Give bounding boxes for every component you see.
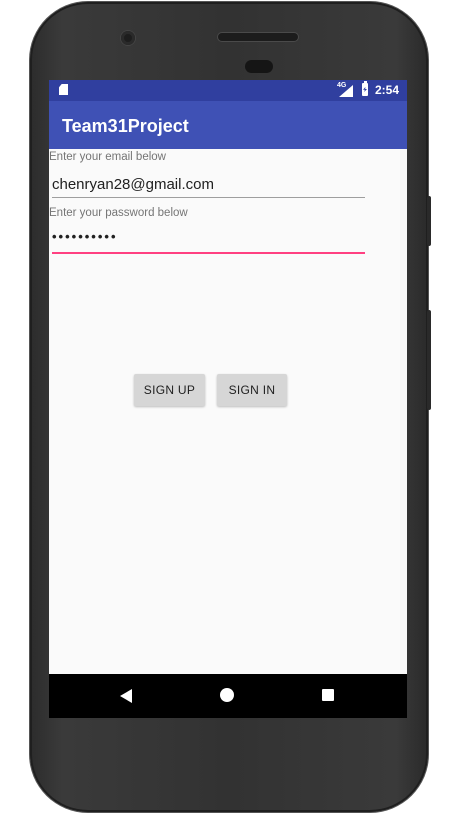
network-type-label: 4G [337,82,347,89]
password-label: Enter your password below [49,207,188,219]
home-icon[interactable] [220,688,234,702]
status-time: 2:54 [375,83,400,97]
navigation-bar [49,674,407,718]
password-field-underline [52,252,365,254]
sign-up-button[interactable]: SIGN UP [134,374,205,406]
front-camera [121,31,135,45]
app-title: Team31Project [62,116,189,136]
proximity-sensor [245,60,273,73]
power-button[interactable] [427,196,431,246]
volume-button[interactable] [427,310,431,410]
password-field[interactable]: •••••••••• [52,229,118,244]
recents-icon[interactable] [322,689,334,701]
sd-card-icon [59,84,68,95]
battery-charging-icon [362,81,368,96]
email-label: Enter your email below [49,151,166,163]
back-icon[interactable] [120,689,132,703]
status-bar: 4G 2:54 [49,80,407,101]
device-screen: 4G 2:54 Team31Project Enter your email b… [49,80,407,718]
earpiece-speaker [218,33,298,41]
app-bar: Team31Project [49,101,407,149]
email-field-underline [52,197,365,198]
signal-icon: 4G [337,82,353,97]
sign-in-button[interactable]: SIGN IN [217,374,287,406]
email-field[interactable]: chenryan28@gmail.com [52,176,214,193]
